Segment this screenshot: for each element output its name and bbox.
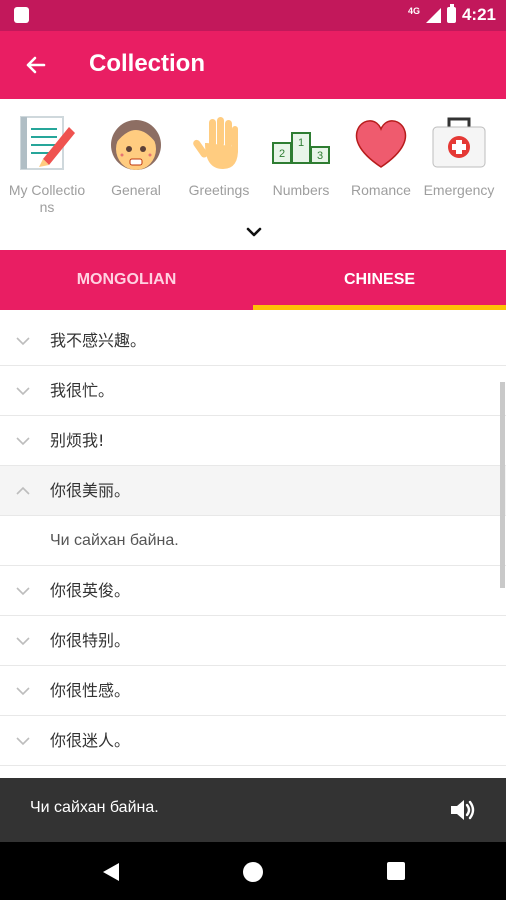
category-label: Romance bbox=[351, 182, 411, 198]
app-bar: Collection bbox=[0, 31, 506, 99]
phrase-row-expanded[interactable]: 你很美丽。 bbox=[0, 466, 506, 516]
network-type: 4G bbox=[407, 5, 420, 16]
back-nav-icon[interactable] bbox=[100, 861, 122, 883]
svg-text:2: 2 bbox=[279, 148, 285, 160]
category-label: Emergency bbox=[423, 182, 495, 198]
waving-hand-icon bbox=[193, 117, 239, 169]
phrase-row[interactable]: 我很忙。 bbox=[0, 366, 506, 416]
phrase-text: 你很美丽。 bbox=[50, 481, 131, 500]
category-label: Numbers bbox=[272, 182, 330, 198]
battery-icon bbox=[446, 4, 456, 23]
heart-icon bbox=[355, 120, 407, 168]
translation-text: Чи сайхан байна. bbox=[50, 532, 179, 549]
phrase-text: 你很性感。 bbox=[50, 681, 131, 700]
volume-icon[interactable] bbox=[448, 796, 476, 824]
svg-text:3: 3 bbox=[317, 150, 323, 162]
tab-mongolian[interactable]: MONGOLIAN bbox=[0, 250, 253, 310]
phrase-row[interactable]: 你很性感。 bbox=[0, 666, 506, 716]
back-button[interactable] bbox=[18, 48, 52, 82]
category-label: General bbox=[111, 182, 161, 198]
face-icon bbox=[111, 120, 161, 170]
phrase-row[interactable]: 我不感兴趣。 bbox=[0, 316, 506, 366]
recents-nav-icon[interactable] bbox=[386, 861, 406, 881]
chevron-down-icon bbox=[16, 337, 30, 346]
chevron-down-icon bbox=[16, 637, 30, 646]
category-greetings[interactable]: Greetings bbox=[180, 113, 258, 199]
category-emergency[interactable]: Emergency bbox=[420, 113, 498, 199]
category-general[interactable]: General bbox=[97, 113, 175, 199]
page-title: Collection bbox=[89, 50, 206, 77]
phrase-list: 我不感兴趣。 我很忙。 别烦我! 你很美丽。 Чи сайхан байна. … bbox=[0, 316, 506, 778]
chevron-down-icon[interactable] bbox=[244, 222, 264, 242]
phrase-text: 我很忙。 bbox=[50, 381, 115, 400]
phrase-text: 你很迷人。 bbox=[50, 731, 131, 750]
chevron-up-icon bbox=[16, 486, 30, 495]
chevron-down-icon bbox=[16, 437, 30, 446]
phrase-text: 你很英俊。 bbox=[50, 581, 131, 600]
tab-indicator bbox=[253, 305, 506, 310]
category-label: Greetings bbox=[188, 182, 250, 198]
home-nav-icon[interactable] bbox=[242, 861, 264, 883]
language-tabs: MONGOLIAN CHINESE bbox=[0, 250, 506, 310]
sd-card-icon bbox=[14, 7, 29, 23]
arrow-left-icon bbox=[26, 56, 46, 74]
signal-icon bbox=[425, 7, 441, 23]
podium-icon: 2 1 3 bbox=[272, 132, 330, 164]
first-aid-kit-icon bbox=[432, 117, 486, 168]
chevron-down-icon bbox=[16, 387, 30, 396]
player-text: Чи сайхан байна. bbox=[30, 799, 159, 816]
category-numbers[interactable]: 2 1 3 Numbers bbox=[262, 113, 340, 199]
svg-text:1: 1 bbox=[298, 137, 304, 149]
category-my-collections[interactable]: My Collections bbox=[8, 113, 86, 216]
chevron-down-icon bbox=[16, 687, 30, 696]
status-time: 4:21 bbox=[461, 5, 496, 24]
phrase-row[interactable]: 你很英俊。 bbox=[0, 566, 506, 616]
list-scrollbar[interactable] bbox=[500, 382, 505, 588]
notepad-pencil-icon bbox=[20, 116, 75, 170]
phrase-row[interactable]: 你很特别。 bbox=[0, 616, 506, 666]
phrase-text: 别烦我! bbox=[50, 431, 105, 450]
tab-chinese[interactable]: CHINESE bbox=[253, 250, 506, 310]
phrase-translation[interactable]: Чи сайхан байна. bbox=[0, 516, 506, 566]
phrase-text: 你很特别。 bbox=[50, 631, 131, 650]
system-nav-bar bbox=[0, 842, 506, 900]
audio-player-bar: Чи сайхан байна. bbox=[0, 778, 506, 842]
category-romance[interactable]: Romance bbox=[342, 113, 420, 199]
phrase-text: 我不感兴趣。 bbox=[50, 331, 147, 350]
category-label: My Collections bbox=[8, 182, 86, 215]
chevron-down-icon bbox=[16, 737, 30, 746]
phrase-row[interactable]: 别烦我! bbox=[0, 416, 506, 466]
phrase-row[interactable]: 你很迷人。 bbox=[0, 716, 506, 766]
chevron-down-icon bbox=[16, 587, 30, 596]
status-bar: 4G 4:21 bbox=[0, 0, 506, 31]
